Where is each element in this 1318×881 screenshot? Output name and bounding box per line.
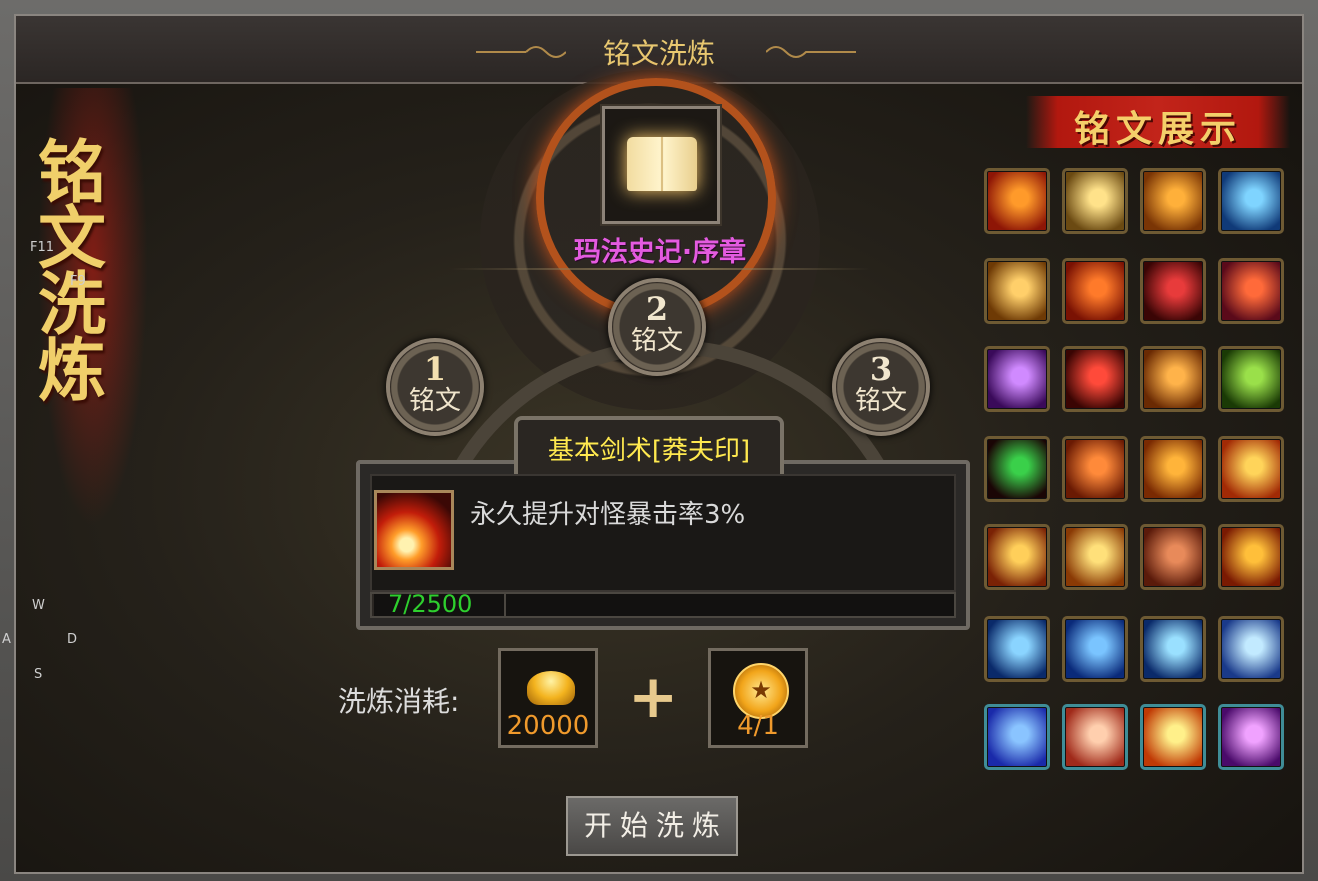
slot-number: 1	[423, 350, 447, 388]
lightning-spear-icon[interactable]	[984, 258, 1050, 324]
showcase-title: 铭文展示	[1073, 108, 1242, 150]
ice-blade-icon[interactable]	[1218, 168, 1284, 234]
side-title-char: 炼	[37, 331, 106, 411]
slot-number: 2	[645, 290, 669, 328]
fire-dash-icon[interactable]	[1062, 436, 1128, 502]
hotkey-label: F11	[30, 240, 55, 255]
violet-blade-icon[interactable]	[984, 346, 1050, 412]
blood-sword-icon[interactable]	[1140, 258, 1206, 324]
slot-number: 3	[869, 350, 893, 388]
skill-name-tab: 基本剑术[莽夫印]	[514, 416, 784, 474]
start-refine-button[interactable]: 开始洗炼	[566, 796, 738, 856]
gold-ingot-icon	[527, 671, 575, 705]
side-title-char: 铭	[37, 133, 106, 213]
hotkey-label: S	[34, 667, 43, 682]
hotkey-label: F9	[70, 274, 86, 289]
divider	[450, 268, 870, 270]
hotkey-label: W	[32, 598, 45, 613]
fire-bow-icon[interactable]	[1140, 346, 1206, 412]
hotkey-label: A	[2, 632, 11, 647]
ice-warrior-icon[interactable]	[984, 616, 1050, 682]
demon-summon-icon[interactable]	[1218, 258, 1284, 324]
token-cost-box[interactable]: ★ 4/1	[708, 648, 808, 748]
gold-cost-value: 20000	[506, 711, 590, 741]
crossed-swords-icon[interactable]	[1062, 346, 1128, 412]
progress-text: 7/2500	[388, 590, 473, 618]
light-strike-icon[interactable]	[1062, 168, 1128, 234]
fire-lance-icon[interactable]	[1062, 258, 1128, 324]
fire-burst-icon[interactable]	[1140, 704, 1206, 770]
ice-dancer-icon[interactable]	[1062, 616, 1128, 682]
plus-icon: +	[628, 662, 679, 732]
fire-shield-icon[interactable]	[1140, 524, 1206, 590]
book-icon	[627, 137, 697, 191]
skill-name: 基本剑术[莽夫印]	[547, 436, 751, 466]
golden-spear-icon[interactable]	[1140, 168, 1206, 234]
slot-label: 铭文	[630, 326, 683, 356]
water-dragon-icon[interactable]	[984, 704, 1050, 770]
fire-arrow-icon[interactable]	[1140, 436, 1206, 502]
ice-shards-icon[interactable]	[1218, 616, 1284, 682]
shadow-warrior-icon[interactable]	[1218, 346, 1284, 412]
token-cost-value: 4/1	[737, 711, 779, 741]
flame-slash-icon[interactable]	[984, 168, 1050, 234]
gold-cost-box[interactable]: 20000	[498, 648, 598, 748]
fire-kick-icon[interactable]	[1218, 524, 1284, 590]
inscription-slot-2[interactable]: 2 铭文	[608, 278, 706, 376]
cost-label: 洗炼消耗:	[338, 685, 460, 718]
side-title: 铭 文 洗 炼	[22, 133, 122, 411]
window-title: 铭文洗炼	[602, 37, 715, 70]
slot-label: 铭文	[408, 386, 461, 416]
slot-label: 铭文	[854, 386, 907, 416]
hotkey-label: D	[67, 632, 78, 647]
frost-spin-icon[interactable]	[1140, 616, 1206, 682]
fire-streak-icon[interactable]	[1218, 436, 1284, 502]
fire-charge-icon[interactable]	[984, 524, 1050, 590]
light-rays-icon[interactable]	[1062, 704, 1128, 770]
side-title-char: 文	[37, 199, 106, 279]
arcane-beam-icon[interactable]	[1218, 704, 1284, 770]
book-slot[interactable]	[600, 104, 722, 226]
inscription-panel-inner	[370, 474, 956, 592]
flame-slash-icon[interactable]	[374, 490, 454, 570]
golden-fist-icon[interactable]	[1062, 524, 1128, 590]
target-mark-icon[interactable]	[984, 436, 1050, 502]
skill-description: 永久提升对怪暴击率3%	[470, 500, 746, 530]
inscription-slot-3[interactable]: 3 铭文	[832, 338, 930, 436]
right-ornament-icon	[766, 46, 856, 58]
inscription-slot-1[interactable]: 1 铭文	[386, 338, 484, 436]
book-name: 玛法史记·序章	[573, 237, 747, 268]
